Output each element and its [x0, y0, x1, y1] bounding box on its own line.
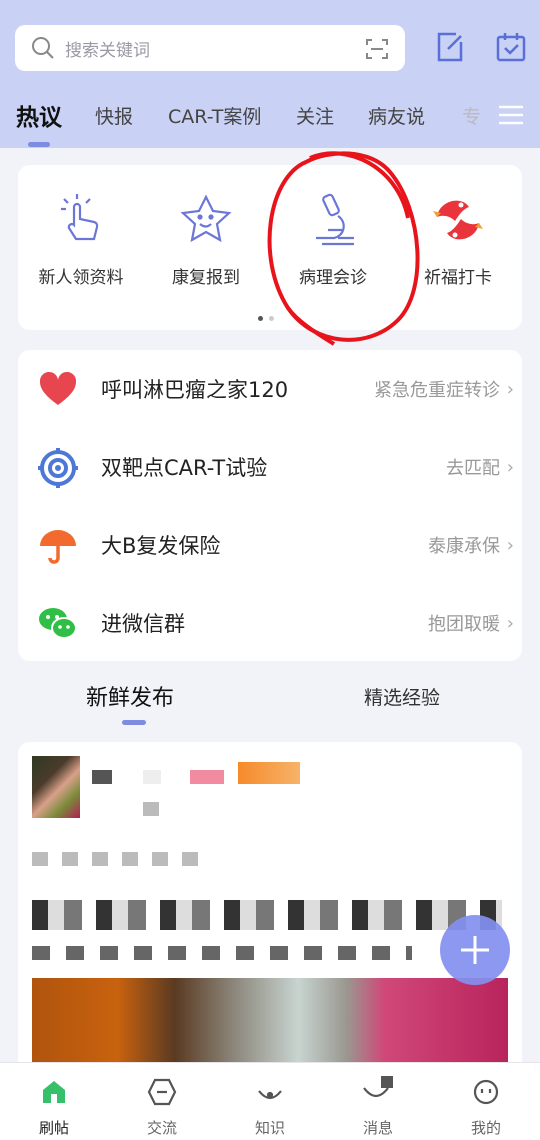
tap-hand-icon	[61, 194, 99, 241]
heart-icon	[39, 371, 77, 405]
tab-indicator	[28, 142, 50, 147]
feed-tab-indicator	[122, 720, 146, 725]
feed-tab-featured[interactable]: 精选经验	[364, 683, 440, 710]
scan-icon[interactable]	[365, 37, 389, 61]
nav-label: 我的	[470, 1119, 501, 1137]
tab-patient-talk[interactable]: 病友说	[368, 102, 425, 129]
post-author-blurred	[92, 770, 112, 784]
profile-icon	[473, 1079, 499, 1105]
nav-label: 交流	[146, 1119, 177, 1137]
nav-messages[interactable]: 消息	[338, 1075, 418, 1138]
nav-label: 消息	[362, 1119, 393, 1137]
tab-cart-cases[interactable]: CAR-T案例	[168, 102, 261, 129]
services-card: 呼叫淋巴瘤之家120 紧急危重症转诊 › 双靶点CAR-T试验 去匹配 › 大B…	[18, 350, 522, 661]
post-badge-blurred	[238, 762, 300, 784]
chevron-right-icon: ›	[506, 456, 514, 478]
post-meta-blurred	[143, 802, 159, 816]
nav-profile[interactable]: 我的	[446, 1075, 526, 1138]
post-avatar-blurred	[32, 756, 80, 818]
service-row-hint: 紧急危重症转诊	[374, 380, 500, 401]
service-row-hint: 去匹配	[446, 458, 500, 479]
chat-icon	[147, 1078, 177, 1106]
post-image-blurred	[32, 978, 508, 1072]
book-icon	[258, 1090, 282, 1100]
nav-label: 刷帖	[38, 1119, 69, 1137]
star-face-icon	[180, 194, 232, 243]
koi-fish-icon	[433, 200, 483, 240]
home-icon	[43, 1081, 65, 1103]
nav-knowledge[interactable]: 知识	[230, 1075, 310, 1138]
wechat-icon	[39, 608, 77, 639]
quick-action-label: 新人领资料	[38, 268, 124, 288]
chevron-right-icon: ›	[506, 612, 514, 634]
service-row-hint: 抱团取暖	[428, 614, 500, 635]
plus-icon	[461, 936, 489, 964]
service-row-title: 大B复发保险	[101, 534, 221, 558]
service-row-wechat[interactable]: 进微信群 抱团取暖 ›	[18, 584, 522, 662]
post-author-blurred	[143, 770, 161, 784]
feed-post-card[interactable]	[18, 742, 522, 1072]
post-badge-blurred	[190, 770, 224, 784]
nav-label: 知识	[254, 1119, 285, 1137]
edit-icon[interactable]	[436, 32, 464, 62]
feed-tab-latest[interactable]: 新鲜发布	[86, 680, 174, 712]
quick-action-newbie[interactable]: 新人领资料	[26, 165, 136, 288]
post-text-blurred	[32, 900, 502, 930]
service-row-cart-trial[interactable]: 双靶点CAR-T试验 去匹配 ›	[18, 428, 522, 506]
bottom-navigation: 刷帖 交流 知识 消息 我的	[0, 1062, 540, 1140]
service-row-title: 进微信群	[101, 612, 185, 636]
tab-follow[interactable]: 关注	[296, 102, 334, 129]
post-text-blurred	[32, 852, 208, 866]
umbrella-icon	[40, 530, 76, 564]
service-row-emergency[interactable]: 呼叫淋巴瘤之家120 紧急危重症转诊 ›	[18, 350, 522, 428]
chevron-right-icon: ›	[506, 534, 514, 556]
post-text-blurred	[32, 946, 412, 960]
service-row-title: 双靶点CAR-T试验	[101, 456, 268, 480]
create-post-button[interactable]	[440, 915, 510, 985]
menu-icon[interactable]	[499, 104, 523, 126]
service-row-title: 呼叫淋巴瘤之家120	[101, 378, 289, 402]
search-bar[interactable]: 搜索关键词	[15, 25, 405, 71]
chevron-right-icon: ›	[506, 378, 514, 400]
message-icon	[363, 1076, 393, 1098]
service-row-insurance[interactable]: 大B复发保险 泰康承保 ›	[18, 506, 522, 584]
quick-action-label: 康复报到	[172, 268, 240, 288]
tab-hot[interactable]: 热议	[16, 98, 62, 132]
search-input[interactable]: 搜索关键词	[65, 36, 150, 61]
top-tab-bar: 热议 快报 CAR-T案例 关注 病友说 专	[0, 96, 540, 140]
service-row-hint: 泰康承保	[428, 536, 500, 557]
target-icon	[38, 448, 78, 488]
tab-more-partial[interactable]: 专	[462, 102, 481, 129]
nav-discussion[interactable]: 交流	[122, 1075, 202, 1138]
checkin-calendar-icon[interactable]	[496, 32, 526, 62]
annotation-circle	[267, 151, 420, 346]
search-icon	[32, 37, 54, 59]
tab-news[interactable]: 快报	[95, 102, 133, 129]
quick-action-recovery[interactable]: 康复报到	[151, 165, 261, 288]
nav-posts[interactable]: 刷帖	[14, 1075, 94, 1138]
